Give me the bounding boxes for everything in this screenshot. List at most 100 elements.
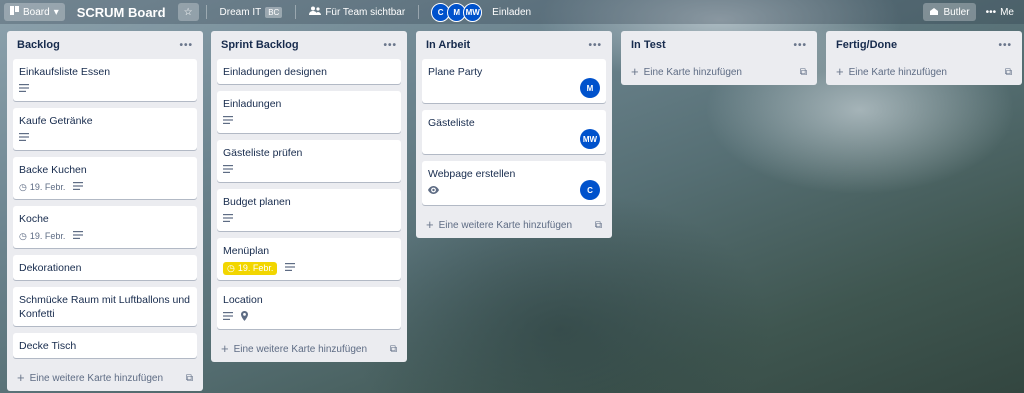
- card[interactable]: Dekorationen: [13, 255, 197, 280]
- description-icon: [73, 231, 84, 241]
- add-card-button[interactable]: + Eine weitere Karte hinzufügen ⧉: [13, 365, 197, 391]
- list-menu-icon[interactable]: •••: [998, 40, 1012, 51]
- add-card-label: Eine Karte hinzufügen: [848, 66, 947, 78]
- list-title[interactable]: In Test: [631, 39, 666, 51]
- card[interactable]: Menüplan ◷ 19. Febr.: [217, 238, 401, 280]
- list-in-arbeit: In Arbeit ••• Plane Party M Gästeliste M…: [416, 31, 612, 238]
- list-title[interactable]: Fertig/Done: [836, 39, 897, 51]
- card-member-avatar[interactable]: M: [580, 78, 600, 98]
- card-badges: ◷ 19. Febr.: [19, 180, 191, 194]
- card-title: Einkaufsliste Essen: [19, 66, 111, 78]
- team-button[interactable]: Dream IT BC: [214, 3, 289, 21]
- list-title[interactable]: In Arbeit: [426, 39, 470, 51]
- template-icon[interactable]: ⧉: [390, 344, 397, 355]
- card[interactable]: Gästeliste prüfen: [217, 140, 401, 182]
- add-card-link[interactable]: + Eine Karte hinzufügen: [631, 65, 742, 78]
- card-badges: [223, 212, 395, 226]
- list-header[interactable]: In Test •••: [627, 31, 811, 59]
- description-icon: [19, 84, 29, 94]
- card[interactable]: Gästeliste MW: [422, 110, 606, 154]
- member-avatars: C M MW: [426, 2, 483, 22]
- header-divider: [418, 5, 420, 19]
- header-divider: [295, 5, 297, 19]
- card[interactable]: Schmücke Raum mit Luftballons und Konfet…: [13, 287, 197, 326]
- team-badge: BC: [265, 6, 283, 18]
- card[interactable]: Einladungen: [217, 91, 401, 133]
- card-title: Gästeliste: [428, 117, 475, 129]
- card-title: Einladungen designen: [223, 66, 327, 78]
- card[interactable]: Decke Tisch: [13, 333, 197, 358]
- card-title: Decke Tisch: [19, 340, 77, 352]
- visibility-button[interactable]: Für Team sichtbar: [303, 3, 411, 21]
- card[interactable]: Einkaufsliste Essen: [13, 59, 197, 101]
- list-header[interactable]: Sprint Backlog •••: [217, 31, 401, 59]
- list-header[interactable]: Backlog •••: [13, 31, 197, 59]
- description-icon: [223, 165, 233, 175]
- add-card-label: Eine weitere Karte hinzufügen: [29, 372, 164, 384]
- invite-button[interactable]: Einladen: [486, 3, 537, 21]
- card-title: Backe Kuchen: [19, 164, 87, 176]
- list-menu-icon[interactable]: •••: [588, 40, 602, 51]
- due-date-badge[interactable]: ◷ 19. Febr.: [19, 231, 65, 242]
- add-card-link[interactable]: + Eine weitere Karte hinzufügen: [17, 370, 164, 385]
- template-icon[interactable]: ⧉: [186, 373, 193, 384]
- due-date: 19. Febr.: [29, 182, 66, 192]
- card[interactable]: Plane Party M: [422, 59, 606, 103]
- list-menu-icon[interactable]: •••: [179, 40, 193, 51]
- card[interactable]: Einladungen designen: [217, 59, 401, 84]
- card[interactable]: Backe Kuchen ◷ 19. Febr.: [13, 157, 197, 199]
- card-member-avatar[interactable]: MW: [580, 129, 600, 149]
- list-backlog: Backlog ••• Einkaufsliste Essen Kaufe Ge…: [7, 31, 203, 391]
- show-menu-button[interactable]: ••• Me: [980, 3, 1020, 21]
- card[interactable]: Koche ◷ 19. Febr.: [13, 206, 197, 248]
- card-title: Gästeliste prüfen: [223, 147, 303, 159]
- list-menu-icon[interactable]: •••: [383, 40, 397, 51]
- card-title: Dekorationen: [19, 262, 82, 274]
- board-switcher-label: Board: [23, 6, 50, 18]
- card-title: Plane Party: [428, 66, 483, 78]
- star-button[interactable]: ☆: [177, 3, 199, 21]
- card-badges: ◷ 19. Febr.: [19, 229, 191, 243]
- due-date-badge[interactable]: ◷ 19. Febr.: [19, 182, 65, 193]
- list-title[interactable]: Backlog: [17, 39, 60, 51]
- butler-button[interactable]: Butler: [923, 3, 976, 21]
- add-card-link[interactable]: + Eine weitere Karte hinzufügen: [426, 218, 573, 231]
- add-card-label: Eine Karte hinzufügen: [643, 66, 742, 78]
- add-card-button[interactable]: + Eine Karte hinzufügen ⧉: [627, 59, 811, 85]
- card-title: Koche: [19, 213, 49, 225]
- board-title[interactable]: SCRUM Board: [69, 5, 174, 20]
- add-card-button[interactable]: + Eine Karte hinzufügen ⧉: [832, 59, 1016, 85]
- add-card-link[interactable]: + Eine Karte hinzufügen: [836, 65, 947, 78]
- clock-icon: ◷: [19, 230, 27, 241]
- card[interactable]: Budget planen: [217, 189, 401, 231]
- template-icon[interactable]: ⧉: [800, 67, 807, 78]
- list-header[interactable]: Fertig/Done •••: [832, 31, 1016, 59]
- card[interactable]: Kaufe Getränke: [13, 108, 197, 150]
- clock-icon: ◷: [19, 181, 27, 192]
- card-badges: ◷ 19. Febr.: [223, 261, 395, 275]
- add-card-button[interactable]: + Eine weitere Karte hinzufügen ⧉: [217, 336, 401, 362]
- list-title[interactable]: Sprint Backlog: [221, 39, 299, 51]
- template-icon[interactable]: ⧉: [595, 220, 602, 231]
- location-pin-icon: [241, 311, 248, 323]
- board-icon: [10, 6, 19, 18]
- card-badges: [223, 114, 395, 128]
- add-card-label: Eine weitere Karte hinzufügen: [438, 219, 573, 231]
- add-card-link[interactable]: + Eine weitere Karte hinzufügen: [221, 342, 367, 355]
- card[interactable]: Location: [217, 287, 401, 329]
- list-header[interactable]: In Arbeit •••: [422, 31, 606, 59]
- butler-icon: [929, 7, 939, 18]
- list-sprint-backlog: Sprint Backlog ••• Einladungen designen …: [211, 31, 407, 362]
- card[interactable]: Webpage erstellen C: [422, 161, 606, 205]
- template-icon[interactable]: ⧉: [1005, 67, 1012, 78]
- plus-icon: +: [17, 370, 25, 385]
- card-title: Menüplan: [223, 245, 270, 257]
- due-date-badge[interactable]: ◷ 19. Febr.: [223, 261, 278, 275]
- board-switcher-button[interactable]: Board ▾: [4, 3, 65, 21]
- description-icon: [285, 263, 296, 273]
- member-avatar[interactable]: MW: [463, 2, 483, 22]
- add-card-button[interactable]: + Eine weitere Karte hinzufügen ⧉: [422, 212, 606, 238]
- list-menu-icon[interactable]: •••: [793, 40, 807, 51]
- card-member-avatar[interactable]: C: [580, 180, 600, 200]
- card-badges: [428, 184, 600, 198]
